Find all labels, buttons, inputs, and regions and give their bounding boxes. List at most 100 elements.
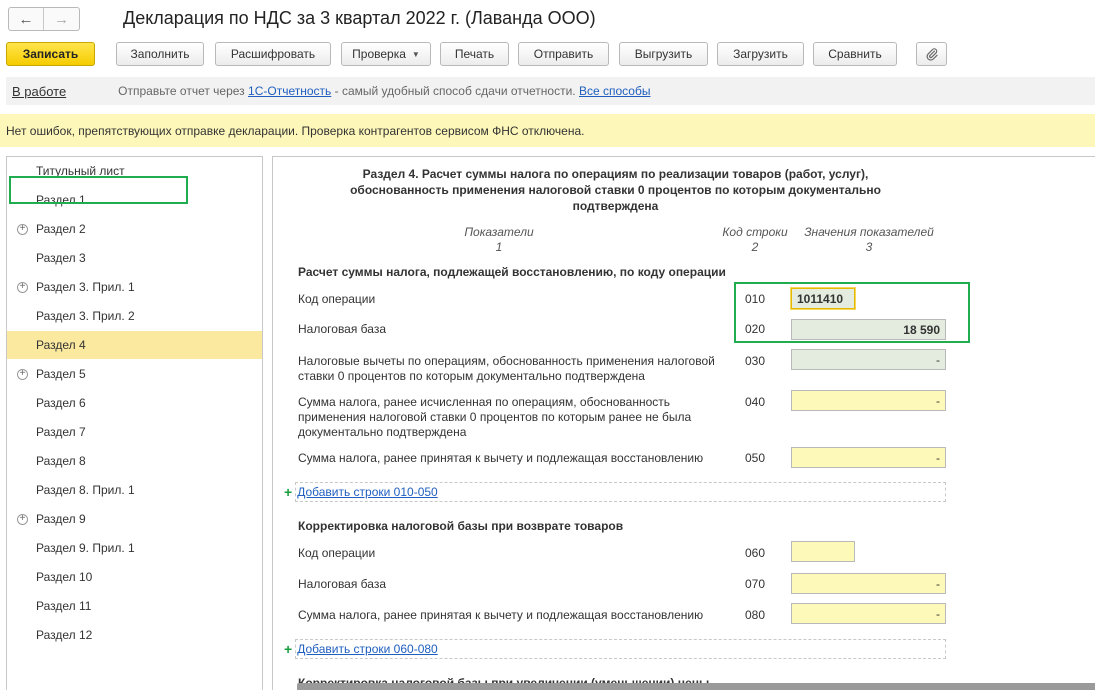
- row-060-code: 060: [745, 546, 766, 560]
- tree-item[interactable]: Раздел 12: [7, 621, 262, 649]
- col-values-label: Значения показателей: [804, 225, 934, 239]
- col-indicators-num: 1: [495, 240, 503, 254]
- section-tree: Титульный лист Раздел 1 + Раздел 2 Раздел 3 +…: [6, 156, 263, 690]
- tree-item[interactable]: Раздел 10: [7, 563, 262, 591]
- export-button[interactable]: Выгрузить: [619, 42, 708, 66]
- tree-item[interactable]: Раздел 4: [7, 331, 262, 359]
- expand-plus-icon[interactable]: +: [17, 281, 28, 293]
- status-text-middle: - самый удобный способ сдачи отчетности.: [334, 84, 576, 98]
- row-060-label: Код операции: [298, 546, 376, 560]
- status-message: Отправьте отчет через 1С-Отчетность - са…: [118, 84, 650, 98]
- row-050-code: 050: [745, 451, 766, 465]
- tree-item[interactable]: + Раздел 5: [7, 360, 262, 388]
- rows-highlight-box: [734, 282, 970, 343]
- tree-item[interactable]: Раздел 3: [7, 244, 262, 272]
- decode-button[interactable]: Расшифровать: [215, 42, 331, 66]
- group1-title: Расчет суммы налога, подлежащей восстано…: [298, 265, 726, 279]
- row-020-label: Налоговая база: [298, 322, 386, 336]
- add-rows-010-050-link[interactable]: Добавить строки 010-050: [297, 485, 438, 499]
- col-code-label: Код строки: [722, 225, 788, 239]
- expand-plus-icon[interactable]: +: [17, 513, 28, 525]
- row-080-input[interactable]: -: [791, 603, 946, 624]
- forward-button[interactable]: →: [44, 8, 79, 30]
- col-code-num: 2: [751, 240, 759, 254]
- dropdown-caret-icon: ▼: [411, 49, 420, 59]
- tree-item[interactable]: + Раздел 2: [7, 215, 262, 243]
- tree-item-label: Раздел 3. Прил. 2: [36, 309, 135, 323]
- tree-item[interactable]: Раздел 9. Прил. 1: [7, 534, 262, 562]
- section-title: Раздел 4. Расчет суммы налога по операци…: [350, 167, 881, 213]
- status-state-link[interactable]: В работе: [12, 84, 66, 99]
- row-050-input[interactable]: -: [791, 447, 946, 468]
- selection-highlight: [9, 176, 188, 204]
- row-010-label: Код операции: [298, 292, 376, 306]
- row-070-input[interactable]: -: [791, 573, 946, 594]
- tree-item-label: Раздел 6: [36, 396, 86, 410]
- link-1c-reporting[interactable]: 1С-Отчетность: [248, 84, 331, 98]
- tree-item-label: Раздел 5: [36, 367, 86, 381]
- import-button[interactable]: Загрузить: [717, 42, 804, 66]
- link-all-methods[interactable]: Все способы: [579, 84, 651, 98]
- expand-plus-icon[interactable]: +: [17, 223, 28, 235]
- add-rows-010-050[interactable]: + Добавить строки 010-050: [284, 482, 946, 502]
- row-030-code: 030: [745, 354, 766, 368]
- send-button[interactable]: Отправить: [518, 42, 609, 66]
- print-button[interactable]: Печать: [440, 42, 509, 66]
- col-indicators-label: Показатели: [464, 225, 534, 239]
- info-message: Нет ошибок, препятствующих отправке декл…: [6, 123, 585, 138]
- expand-plus-icon[interactable]: +: [17, 368, 28, 380]
- tree-item-label: Раздел 3. Прил. 1: [36, 280, 135, 294]
- attach-button[interactable]: [916, 42, 947, 66]
- tree-item[interactable]: + Раздел 3. Прил. 1: [7, 273, 262, 301]
- row-080-label: Сумма налога, ранее принятая к вычету и …: [298, 608, 704, 622]
- row-040-input[interactable]: -: [791, 390, 946, 411]
- tree-item[interactable]: Раздел 8: [7, 447, 262, 475]
- tree-item-label: Раздел 8. Прил. 1: [36, 483, 135, 497]
- tree-item-label: Раздел 11: [36, 599, 92, 613]
- row-070-label: Налоговая база: [298, 577, 386, 591]
- add-rows-060-080[interactable]: + Добавить строки 060-080: [284, 639, 946, 659]
- tree-item[interactable]: Раздел 11: [7, 592, 262, 620]
- check-button[interactable]: Проверка ▼: [341, 42, 431, 66]
- add-plus-icon-2: +: [284, 641, 293, 657]
- status-text-before: Отправьте отчет через: [118, 84, 245, 98]
- tree-item-label: Раздел 12: [36, 628, 93, 642]
- row-060-input[interactable]: [791, 541, 855, 562]
- fill-button[interactable]: Заполнить: [116, 42, 204, 66]
- tree-item-label: Раздел 9: [36, 512, 86, 526]
- col-indicators-head: Показатели 1: [459, 225, 539, 255]
- row-050-label: Сумма налога, ранее принятая к вычету и …: [298, 451, 704, 465]
- col-values-head: Значения показателей 3: [799, 225, 939, 255]
- add-rows-060-080-link[interactable]: Добавить строки 060-080: [297, 642, 438, 656]
- horizontal-scrollbar[interactable]: [297, 683, 1095, 690]
- status-bar: В работе Отправьте отчет через 1С-Отчетн…: [6, 77, 1095, 105]
- compare-button[interactable]: Сравнить: [813, 42, 897, 66]
- check-button-label: Проверка: [352, 47, 406, 61]
- row-030-label: Налоговые вычеты по операциям, обоснован…: [298, 354, 715, 383]
- tree-item[interactable]: Раздел 8. Прил. 1: [7, 476, 262, 504]
- row-040-code: 040: [745, 395, 766, 409]
- group2-title: Корректировка налоговой базы при возврат…: [298, 519, 624, 533]
- col-values-num: 3: [865, 240, 873, 254]
- tree-item[interactable]: Раздел 7: [7, 418, 262, 446]
- row-070-code: 070: [745, 577, 766, 591]
- paperclip-icon: [926, 48, 938, 61]
- tree-item[interactable]: Раздел 3. Прил. 2: [7, 302, 262, 330]
- save-button[interactable]: Записать: [6, 42, 95, 66]
- tree-item[interactable]: + Раздел 9: [7, 505, 262, 533]
- nav-group: ← →: [8, 7, 80, 31]
- back-button[interactable]: ←: [9, 8, 45, 30]
- tree-item-label: Раздел 4: [36, 338, 86, 352]
- row-080-code: 080: [745, 608, 766, 622]
- tree-item[interactable]: Раздел 6: [7, 389, 262, 417]
- title-bar: ← → Декларация по НДС за 3 квартал 2022 …: [0, 0, 1095, 40]
- back-arrow-icon: ←: [18, 10, 34, 28]
- tree-item-label: Раздел 3: [36, 251, 86, 265]
- row-040-label: Сумма налога, ранее исчисленная по опера…: [298, 395, 692, 439]
- row-030-input[interactable]: -: [791, 349, 946, 370]
- tree-item-label: Раздел 8: [36, 454, 86, 468]
- tree-item-label: Раздел 9. Прил. 1: [36, 541, 135, 555]
- col-code-head: Код строки 2: [717, 225, 793, 255]
- tree-item-label: Раздел 2: [36, 222, 86, 236]
- toolbar: Записать Заполнить Расшифровать Проверка…: [0, 40, 1095, 70]
